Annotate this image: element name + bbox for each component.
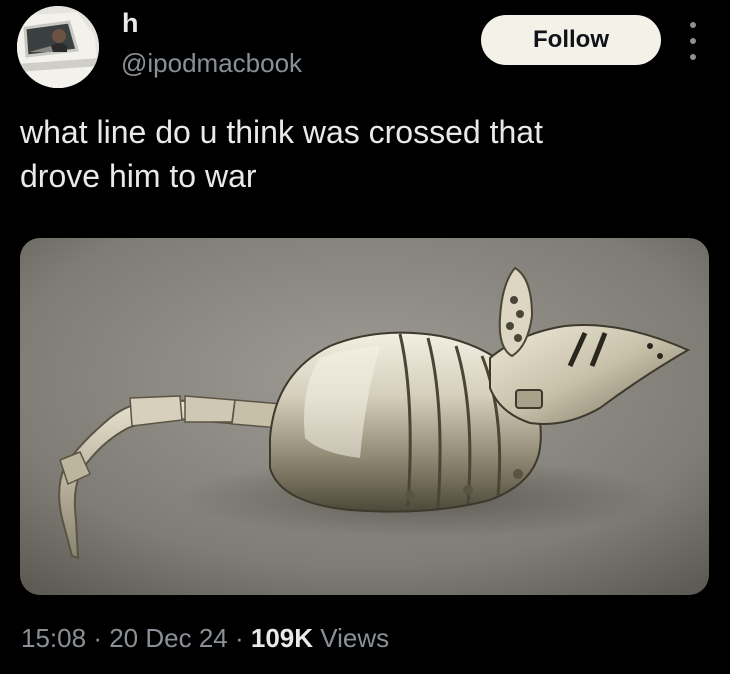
author-handle[interactable]: @ipodmacbook — [121, 46, 302, 80]
follow-button[interactable]: Follow — [481, 15, 661, 65]
more-dot — [690, 38, 696, 44]
tweet-date[interactable]: 20 Dec 24 — [109, 623, 228, 653]
armored-mouse-sculpture-icon — [20, 238, 709, 595]
tweet-meta: 15:08 · 20 Dec 24 · 109K Views — [21, 620, 389, 656]
meta-separator: · — [93, 623, 102, 653]
views-count[interactable]: 109K — [251, 623, 313, 653]
tweet-time[interactable]: 15:08 — [21, 623, 86, 653]
meta-separator: · — [234, 623, 244, 653]
tweet-media-photo[interactable] — [20, 238, 709, 595]
more-dots-vertical-icon[interactable] — [683, 22, 703, 60]
more-dot — [690, 22, 696, 28]
avatar-photo-car-window — [17, 6, 99, 88]
author-display-name[interactable]: h — [122, 6, 139, 40]
views-label: Views — [320, 623, 390, 653]
more-dot — [690, 54, 696, 60]
tweet-card: h @ipodmacbook Follow what line do u thi… — [0, 0, 730, 674]
avatar[interactable] — [17, 6, 99, 88]
tweet-text: what line do u think was crossed that dr… — [20, 114, 543, 194]
